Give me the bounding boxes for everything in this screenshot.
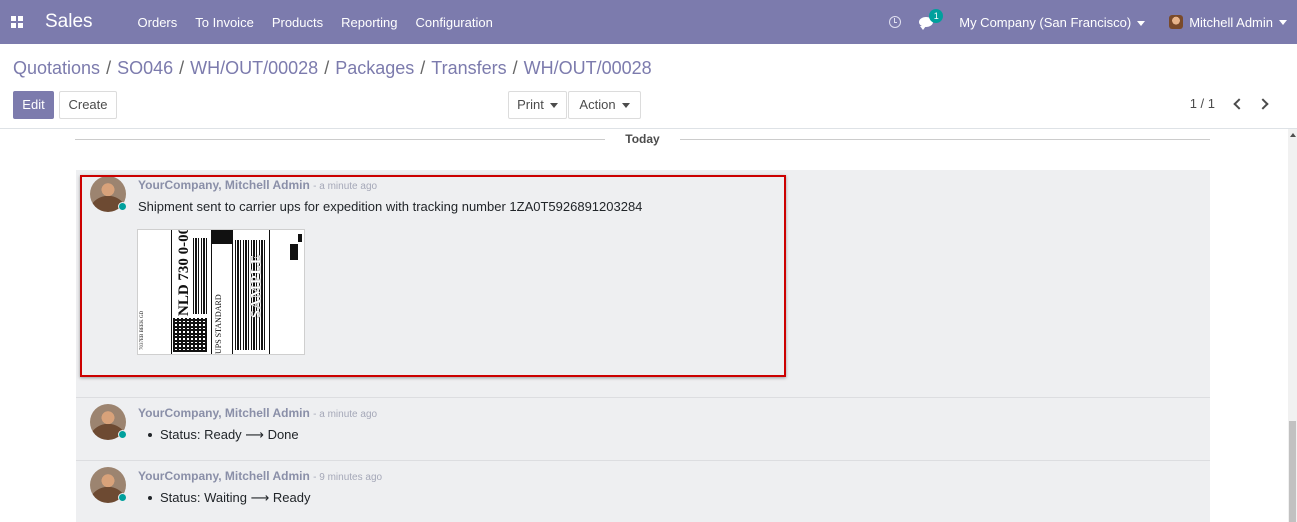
chevron-right-icon[interactable]	[1257, 97, 1269, 110]
caret-down-icon	[1279, 19, 1287, 25]
activity-clock-icon[interactable]	[889, 16, 902, 28]
user-menu[interactable]: Mitchell Admin	[1169, 15, 1287, 30]
company-name: My Company (San Francisco)	[959, 14, 1132, 30]
chatter-thread: Today YourCompany, Mitchell Admin - a mi…	[0, 129, 1288, 522]
arrow-right-icon: ⟶	[250, 490, 270, 505]
breadcrumb: Quotations / SO046/WH/OUT/00028/Packages / T…	[13, 58, 652, 78]
breadcrumb-transfers[interactable]: Transfers	[431, 58, 506, 78]
breadcrumb-current: WH/OUT/00028	[523, 58, 652, 78]
message-header: YourCompany, Mitchell Admin - a minute a…	[138, 406, 377, 420]
menu-reporting[interactable]: Reporting	[341, 15, 397, 30]
pager-value[interactable]: 1 / 1	[1190, 96, 1215, 111]
caret-down-icon	[621, 103, 630, 109]
scrollbar-thumb[interactable]	[1289, 421, 1296, 522]
chatter-message: YourCompany, Mitchell Admin - a minute a…	[76, 398, 1210, 460]
top-navbar: Sales Orders To Invoice Products Reporti…	[0, 0, 1297, 44]
author-name[interactable]: YourCompany, Mitchell Admin	[138, 469, 310, 483]
breadcrumb-transfer[interactable]: WH/OUT/00028	[190, 58, 318, 78]
pager: 1 / 1	[1190, 96, 1273, 111]
breadcrumb-packages[interactable]: Packages	[335, 58, 414, 78]
tracking-field: Status:	[160, 490, 201, 505]
chat-counter-badge: 1	[929, 9, 944, 23]
user-name: Mitchell Admin	[1189, 14, 1273, 30]
online-status-icon	[118, 430, 127, 439]
create-button[interactable]: Create	[59, 91, 117, 119]
messaging-menu[interactable]: 1	[919, 9, 944, 30]
vertical-scrollbar[interactable]	[1288, 129, 1297, 522]
tracking-new-value: Ready	[272, 490, 311, 505]
menu-configuration[interactable]: Configuration	[416, 15, 493, 30]
action-button[interactable]: Action	[568, 91, 641, 119]
date-separator: Today	[75, 129, 1210, 151]
print-button[interactable]: Print	[508, 91, 567, 119]
edit-button[interactable]: Edit	[13, 91, 54, 119]
tracking-new-value: Done	[267, 427, 299, 442]
author-name[interactable]: YourCompany, Mitchell Admin	[138, 406, 310, 420]
highlight-rectangle	[80, 175, 786, 377]
tracking-value: Status: Waiting ⟶ Ready	[138, 490, 310, 506]
date-separator-label: Today	[615, 132, 670, 146]
tracking-value: Status: Ready ⟶ Done	[138, 427, 299, 443]
breadcrumb-so046[interactable]: SO046	[117, 58, 173, 78]
menu-to-invoice[interactable]: To Invoice	[195, 15, 254, 30]
breadcrumb-quotations[interactable]: Quotations	[13, 58, 100, 78]
arrow-right-icon: ⟶	[245, 427, 264, 442]
menu-products[interactable]: Products	[272, 15, 323, 30]
main-menu: Orders To Invoice Products Reporting Con…	[138, 15, 511, 30]
caret-down-icon	[1137, 20, 1146, 26]
tracking-old-value: Waiting	[204, 490, 247, 505]
apps-menu-icon[interactable]	[11, 16, 23, 28]
caret-down-icon	[549, 103, 558, 109]
tracking-old-value: Ready	[204, 427, 242, 442]
print-label: Print	[517, 97, 544, 112]
tracking-field: Status:	[160, 427, 201, 442]
company-switcher[interactable]: My Company (San Francisco)	[959, 14, 1146, 30]
app-name[interactable]: Sales	[45, 11, 93, 33]
message-header: YourCompany, Mitchell Admin - 9 minutes …	[138, 469, 382, 483]
navbar-systray: 1 My Company (San Francisco) Mitchell Ad…	[889, 0, 1297, 44]
message-date: - 9 minutes ago	[313, 472, 383, 483]
chatter-message: YourCompany, Mitchell Admin - 9 minutes …	[76, 461, 1210, 522]
user-avatar	[1169, 15, 1184, 29]
menu-orders[interactable]: Orders	[138, 15, 178, 30]
online-status-icon	[118, 493, 127, 502]
scroll-up-icon[interactable]	[1290, 133, 1296, 137]
action-label: Action	[579, 97, 616, 112]
message-date: - a minute ago	[313, 409, 378, 420]
chevron-left-icon[interactable]	[1233, 97, 1245, 110]
